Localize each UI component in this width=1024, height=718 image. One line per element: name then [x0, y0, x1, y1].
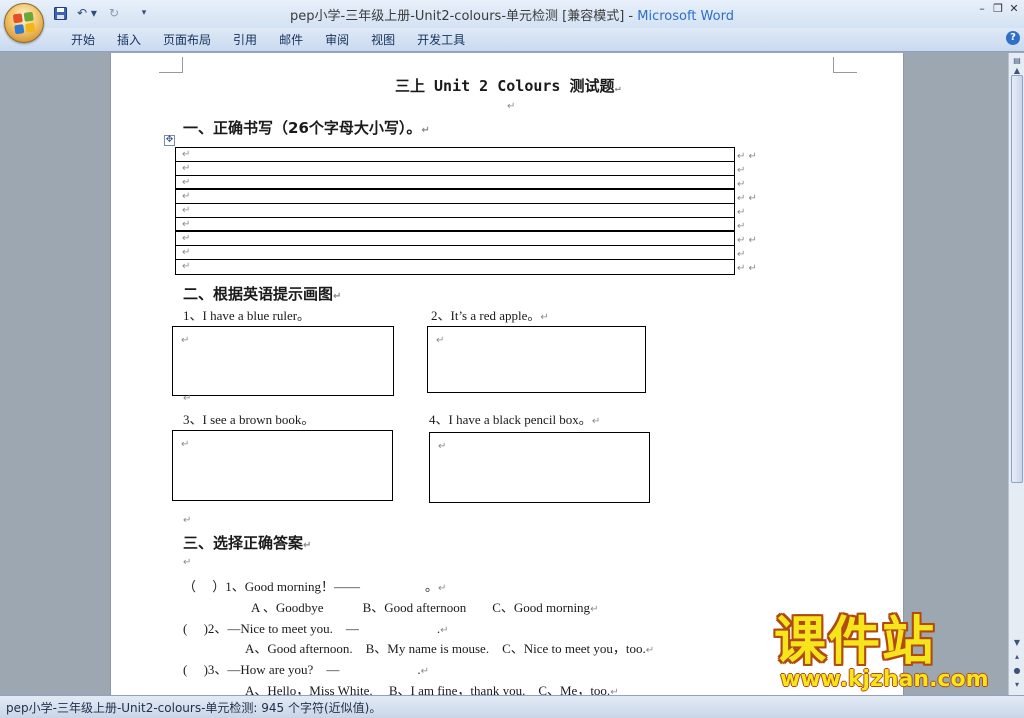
vertical-scrollbar[interactable]: ▤ ▲ ▼ ▴ ● ▾: [1008, 53, 1024, 695]
row-end-marks: ↵ ↵: [737, 235, 757, 246]
ribbon-tabs: 开始 插入 页面布局 引用 邮件 审阅 视图 开发工具: [60, 31, 476, 49]
office-button[interactable]: [4, 3, 44, 43]
question-2-options: A、Good afternoon. B、My name is mouse. C、…: [245, 641, 655, 656]
table-row[interactable]: ↵: [176, 218, 734, 232]
title-bar: ↶ ▾ ↻ ▾ pep小学-三年级上册-Unit2-colours-单元检测 […: [0, 0, 1024, 28]
status-text: pep小学-三年级上册-Unit2-colours-单元检测: 945 个字符(…: [6, 701, 382, 715]
watermark-logo: 课件站: [774, 612, 937, 672]
previous-page-icon[interactable]: ▴: [1011, 651, 1023, 663]
table-row[interactable]: ↵: [176, 190, 734, 204]
minimize-icon[interactable]: –: [974, 2, 990, 15]
table-row[interactable]: ↵: [176, 176, 734, 190]
document-page[interactable]: 三上 Unit 2 Colours 测试题↵ ↵ 一、正确书写（26个字母大小写…: [110, 53, 904, 695]
draw-prompt-3: 3、I see a brown book。: [183, 412, 315, 427]
crop-mark: [833, 57, 857, 73]
row-end-marks: ↵: [737, 165, 746, 176]
row-end-marks: ↵: [737, 249, 746, 260]
office-logo-icon: [12, 11, 36, 35]
drawing-box-2[interactable]: ↵: [427, 326, 646, 393]
table-row[interactable]: ↵: [176, 204, 734, 218]
paragraph-mark: ↵: [183, 557, 192, 568]
document-area: 三上 Unit 2 Colours 测试题↵ ↵ 一、正确书写（26个字母大小写…: [0, 53, 1008, 695]
writing-practice-table[interactable]: ↵ ↵ ↵ ↵ ↵ ↵ ↵ ↵ ↵: [175, 147, 735, 275]
document-name: pep小学-三年级上册-Unit2-colours-单元检测 [兼容模式] -: [290, 9, 638, 24]
scroll-thumb[interactable]: [1011, 75, 1023, 483]
question-3: ( )3、—How are you? — .↵: [183, 662, 429, 677]
drawing-box-4[interactable]: ↵: [429, 432, 650, 503]
draw-prompt-4: 4、I have a black pencil box。↵: [429, 412, 601, 427]
table-move-handle-icon[interactable]: ✥: [164, 135, 175, 146]
row-end-marks: ↵: [737, 207, 746, 218]
paragraph-mark: ↵: [183, 515, 192, 526]
help-icon[interactable]: ?: [1006, 31, 1020, 45]
row-end-marks: ↵ ↵: [737, 263, 757, 274]
select-browse-object-icon[interactable]: ●: [1011, 665, 1023, 677]
row-end-marks: ↵ ↵: [737, 151, 757, 162]
section-2-title: 二、根据英语提示画图↵: [183, 285, 342, 303]
restore-icon[interactable]: ❐: [990, 2, 1006, 15]
table-row[interactable]: ↵: [176, 162, 734, 176]
question-3-options: A、Hello，Miss White. B、I am fine，thank yo…: [245, 683, 619, 695]
table-row[interactable]: ↵: [176, 232, 734, 246]
drawing-box-1[interactable]: ↵: [172, 326, 394, 396]
table-row[interactable]: ↵: [176, 148, 734, 162]
table-row[interactable]: ↵: [176, 260, 734, 274]
question-1: （ ）1、Good morning！—— 。↵: [183, 579, 447, 594]
draw-prompt-1: 1、I have a blue ruler。: [183, 308, 311, 323]
tab-developer[interactable]: 开发工具: [406, 31, 476, 49]
tab-review[interactable]: 审阅: [314, 31, 360, 49]
row-end-marks: ↵ ↵: [737, 193, 757, 204]
question-1-options: A 、Goodbye B、Good afternoon C、Good morni…: [251, 600, 599, 615]
paragraph-mark: ↵: [183, 393, 192, 404]
crop-mark: [159, 57, 183, 73]
tab-home[interactable]: 开始: [60, 31, 106, 49]
tab-insert[interactable]: 插入: [106, 31, 152, 49]
row-end-marks: ↵: [737, 179, 746, 190]
tab-view[interactable]: 视图: [360, 31, 406, 49]
window-title: pep小学-三年级上册-Unit2-colours-单元检测 [兼容模式] - …: [0, 5, 1024, 24]
section-3-title: 三、选择正确答案↵: [183, 534, 312, 552]
app-name: Microsoft Word: [637, 9, 734, 24]
next-page-icon[interactable]: ▾: [1011, 679, 1023, 691]
close-icon[interactable]: ✕: [1006, 2, 1022, 15]
tab-page-layout[interactable]: 页面布局: [152, 31, 222, 49]
question-2: ( )2、—Nice to meet you. — .↵: [183, 621, 449, 636]
watermark-url: www.kjzhan.com: [780, 667, 989, 692]
paragraph-mark: ↵: [507, 101, 516, 112]
table-row[interactable]: ↵: [176, 246, 734, 260]
tab-references[interactable]: 引用: [222, 31, 268, 49]
section-1-title: 一、正确书写（26个字母大小写）。↵: [183, 119, 430, 137]
tab-mailings[interactable]: 邮件: [268, 31, 314, 49]
drawing-box-3[interactable]: ↵: [172, 430, 393, 501]
scroll-down-icon[interactable]: ▼: [1011, 637, 1023, 649]
draw-prompt-2: 2、It’s a red apple。↵: [431, 308, 549, 323]
document-heading: 三上 Unit 2 Colours 测试题↵: [395, 77, 621, 95]
status-bar: pep小学-三年级上册-Unit2-colours-单元检测: 945 个字符(…: [0, 695, 1024, 718]
row-end-marks: ↵: [737, 221, 746, 232]
